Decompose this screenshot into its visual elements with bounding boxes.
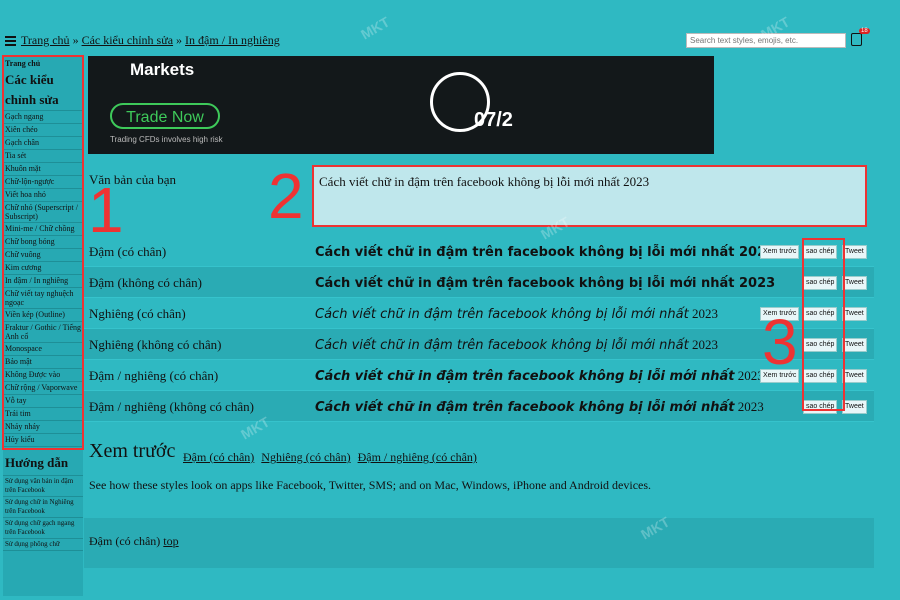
cart-count-badge: 18 — [859, 28, 870, 34]
guide-link[interactable]: Sử dụng phông chữ — [3, 539, 83, 551]
breadcrumb-separator: » — [176, 33, 183, 47]
text-input-area[interactable]: Cách viết chữ in đậm trên facebook không… — [312, 165, 867, 227]
style-label: Đậm (có chân) — [89, 244, 167, 259]
style-label: Nghiêng (có chân) — [89, 306, 186, 321]
style-row: Đậm / nghiêng (không có chân) Cách viết c… — [84, 391, 874, 422]
top-link[interactable]: top — [163, 534, 178, 548]
styled-text: Cách viết chữ in đậm trên facebook không… — [315, 245, 776, 260]
tweet-button[interactable]: Tweet — [842, 245, 867, 259]
advertisement-banner[interactable]: Markets Trade Now Trading CFDs involves … — [88, 56, 714, 154]
preview-heading: Xem trước — [89, 440, 176, 462]
preview-link-bold-italic[interactable]: Đậm / nghiêng (có chân) — [358, 450, 477, 464]
annotation-number-2: 2 — [268, 160, 304, 232]
breadcrumb-styles[interactable]: Các kiểu chỉnh sửa — [82, 33, 173, 47]
guide-list: Sử dụng văn bản in đậm trên Facebook Sử d… — [3, 476, 83, 551]
style-rows: Đậm (có chân) Cách viết chữ in đậm trên f… — [84, 236, 874, 422]
styled-text-tail: 2023 — [734, 399, 764, 414]
annotation-box-copy-buttons — [802, 238, 845, 411]
annotation-box-sidebar — [2, 55, 84, 450]
bottom-label-text: Đậm (có chân) — [89, 534, 161, 548]
styled-output[interactable]: Cách viết chữ in đậm trên facebook không… — [315, 368, 764, 384]
guide-link[interactable]: Sử dụng văn bản in đậm trên Facebook — [3, 476, 83, 497]
style-row: Nghiêng (không có chân) Cách viết chữ in … — [84, 329, 874, 360]
hamburger-menu-icon[interactable] — [5, 36, 16, 46]
style-row: Đậm / nghiêng (có chân) Cách viết chữ in … — [84, 360, 874, 391]
preview-description: See how these styles look on apps like F… — [89, 478, 652, 492]
preview-button[interactable]: Xem trước — [760, 245, 800, 259]
styled-output[interactable]: Cách viết chữ in đậm trên facebook không… — [315, 399, 764, 415]
breadcrumb-separator: » — [72, 33, 79, 47]
preview-link-bold[interactable]: Đậm (có chân) — [183, 450, 254, 464]
style-label: Đậm / nghiêng (không có chân) — [89, 399, 254, 414]
preview-links: Đậm (có chân) Nghiêng (có chân) Đậm / ng… — [183, 450, 481, 465]
style-row: Đậm (không có chân) Cách viết chữ in đậm … — [84, 267, 874, 298]
text-input-row: Văn bản của bạn Cách viết chữ in đậm trê… — [84, 160, 874, 230]
styled-text: Cách viết chữ in đậm trên facebook không… — [315, 400, 735, 415]
styled-output[interactable]: Cách viết chữ in đậm trên facebook không… — [315, 244, 775, 260]
annotation-number-1: 1 — [88, 174, 124, 246]
breadcrumb-current[interactable]: In đậm / In nghiêng — [185, 33, 280, 47]
style-row: Nghiêng (có chân) Cách viết chữ in đậm tr… — [84, 298, 874, 329]
cart-icon[interactable] — [851, 33, 862, 46]
tweet-button[interactable]: Tweet — [842, 338, 867, 352]
styled-text-tail: 2023 — [688, 306, 718, 321]
bottom-section — [84, 518, 874, 568]
guide-link[interactable]: Sử dụng chữ gạch ngang trên Facebook — [3, 518, 83, 539]
styled-text: Cách viết chữ in đậm trên facebook không… — [315, 307, 689, 322]
breadcrumb: Trang chủ » Các kiểu chỉnh sửa » In đậm … — [21, 33, 280, 48]
ad-trade-now-button[interactable]: Trade Now — [110, 103, 220, 129]
annotation-number-3: 3 — [762, 306, 798, 378]
style-label: Đậm (không có chân) — [89, 275, 202, 290]
bottom-label: Đậm (có chân) top — [89, 534, 179, 549]
tweet-button[interactable]: Tweet — [842, 400, 867, 414]
styled-text: Cách viết chữ in đậm trên facebook không… — [315, 369, 735, 384]
styled-text-tail: 2023 — [688, 337, 718, 352]
style-row: Đậm (có chân) Cách viết chữ in đậm trên f… — [84, 236, 874, 267]
styled-output[interactable]: Cách viết chữ in đậm trên facebook không… — [315, 337, 718, 353]
styled-text: Cách viết chữ in đậm trên facebook không… — [315, 338, 689, 353]
tweet-button[interactable]: Tweet — [842, 369, 867, 383]
styled-output[interactable]: Cách viết chữ in đậm trên facebook không… — [315, 275, 775, 291]
style-label: Nghiêng (không có chân) — [89, 337, 222, 352]
guide-link[interactable]: Sử dụng chữ in Nghiêng trên Facebook — [3, 497, 83, 518]
preview-link-italic[interactable]: Nghiêng (có chân) — [261, 450, 350, 464]
tweet-button[interactable]: Tweet — [842, 276, 867, 290]
tweet-button[interactable]: Tweet — [842, 307, 867, 321]
guide-heading: Hướng dẫn — [3, 447, 83, 476]
style-label: Đậm / nghiêng (có chân) — [89, 368, 219, 383]
breadcrumb-home[interactable]: Trang chủ — [21, 33, 70, 47]
styled-text: Cách viết chữ in đậm trên facebook không… — [315, 276, 776, 291]
ad-date: 07/2 — [474, 109, 513, 131]
styled-output[interactable]: Cách viết chữ in đậm trên facebook không… — [315, 306, 718, 322]
ad-risk-note: Trading CFDs involves high risk — [110, 135, 223, 144]
ad-title: Markets — [130, 60, 195, 79]
